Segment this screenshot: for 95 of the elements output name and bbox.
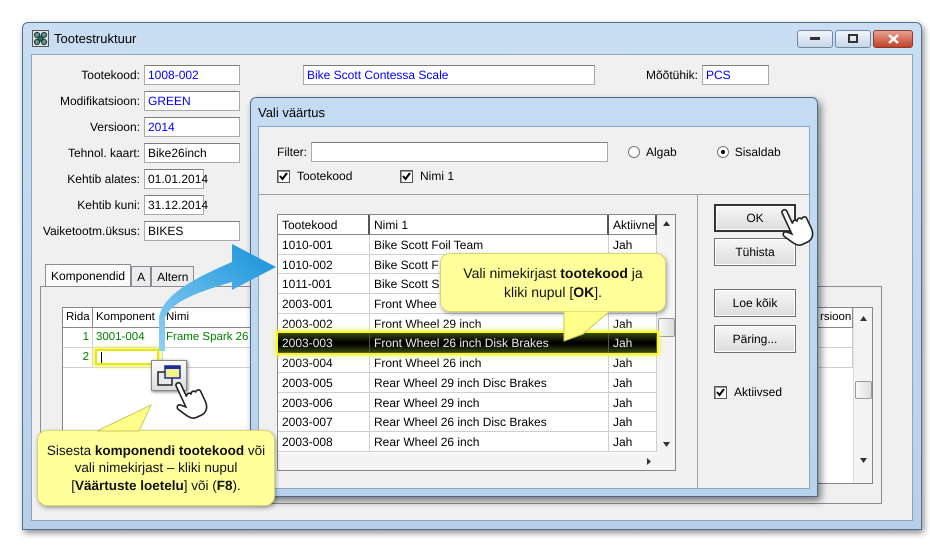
field-label: Kehtib kuni: [76,198,141,212]
maximize-button[interactable] [835,30,871,48]
tab[interactable]: Komponendid [45,264,132,286]
table-cell: Rear Wheel 26 inch [370,432,609,452]
input-field[interactable] [95,349,159,365]
dialog-title: Vali väärtus [258,104,325,120]
table-cell: 3001-004 [96,331,145,343]
dialog-button[interactable]: OK [714,204,796,232]
checkbox-label: Aktiivsed [734,385,782,399]
table-cell: 2003-004 [278,353,370,373]
table-cell: 2003-008 [278,432,370,452]
column-header[interactable]: Aktiivne [609,215,657,235]
close-icon [888,34,898,44]
filter-field[interactable] [311,142,608,162]
table-cell: Rear Wheel 29 inch [370,392,609,412]
filter-label: Filter: [277,145,308,159]
dialog-button[interactable]: Päring... [714,325,796,353]
windows-icon [157,364,181,386]
table-cell: Jah [609,432,657,452]
scroll-right-icon[interactable] [647,458,651,465]
tab[interactable]: Altern [151,266,194,286]
checkbox-label: Nimi 1 [420,169,454,183]
table-cell: 1011-001 [278,274,370,294]
window-title: Tootestruktuur [54,31,138,46]
minimize-icon [810,36,820,40]
input-field[interactable]: BIKES [144,221,240,241]
radio-label: Algab [646,145,677,159]
radio-button[interactable] [628,146,640,158]
name-field[interactable]: Bike Scott Contessa Scale [303,65,595,85]
scrollbar-thumb[interactable] [658,318,674,337]
column-header[interactable]: Tootekood [278,215,370,235]
input-field[interactable]: 1008-002 [144,65,240,85]
scrollbar-thumb[interactable] [854,380,872,398]
tooltip-pointer [95,403,155,432]
table-cell: 2003-006 [278,392,370,412]
table-cell: Jah [609,353,657,373]
app-icon [32,30,49,47]
input-field[interactable]: 2014 [144,117,240,137]
scroll-up-icon[interactable] [860,316,866,321]
table-row[interactable]: 2003-004 Front Wheel 26 inch Jah [278,353,657,373]
field-label: Mõõtühik: [644,68,698,82]
table-cell: 1 [82,331,89,343]
table-cell: 2 [82,351,89,363]
field-label: Tootekood: [80,68,141,82]
scroll-up-icon[interactable] [662,221,670,226]
column-header[interactable]: Nimi 1 [370,215,609,235]
input-field[interactable]: Bike26inch [144,143,240,163]
maximize-icon [848,34,858,43]
scroll-down-icon[interactable] [860,458,866,463]
dialog-button[interactable]: Loe kõik [714,289,796,317]
table-cell: 2003-001 [278,294,370,314]
column-header: Komponent [96,311,155,323]
radio-label: Sisaldab [734,145,781,159]
table-cell: Frame Spark 26 [166,331,248,343]
table-cell: Rear Wheel 26 inch Disc Brakes [370,412,609,432]
minimize-button[interactable] [797,30,833,48]
field-label: Vaiketootm.üksus: [42,224,141,238]
checkbox[interactable] [714,386,727,398]
text-cursor [101,352,102,362]
checkbox-label: Tootekood [297,169,352,183]
tooltip-pointer [563,311,611,342]
tab[interactable]: A [131,266,152,286]
value-list-button[interactable] [151,360,187,391]
table-cell: 1010-002 [278,254,370,274]
field-label: Versioon: [88,120,141,134]
table-cell: Front Wheel 26 inch [370,353,609,373]
column-header: Rida [66,311,90,323]
column-header: Nimi [166,311,189,323]
table-cell: Jah [609,412,657,432]
table-cell: Rear Wheel 29 inch Disc Brakes [370,372,609,392]
table-row[interactable]: 2003-005 Rear Wheel 29 inch Disc Brakes Jah [278,372,657,392]
radio-button[interactable] [716,146,729,158]
checkbox[interactable] [400,170,413,182]
table-cell: 2003-005 [278,372,370,392]
column-header: rsioon [820,311,852,323]
close-button[interactable] [873,30,913,48]
table-row[interactable]: 2003-007 Rear Wheel 26 inch Disc Brakes Jah [278,412,657,432]
field-label: Modifikatsioon: [58,94,141,108]
field-label: Tehnol. kaart: [66,146,141,160]
tooltip-text: Sisesta komponendi tootekood või vali nimekirjast – kliki nupul [Väärtuste loetelu] või (F8). [46,442,266,494]
field-label: Kehtib alates: [66,172,141,186]
input-field[interactable]: PCS [702,65,769,85]
table-cell: 2003-007 [278,412,370,432]
table-cell: 1010-001 [278,235,370,255]
input-field[interactable]: GREEN [144,91,240,111]
table-cell: Jah [609,392,657,412]
dialog-button[interactable]: Tühista [714,238,796,266]
table-cell: Jah [609,372,657,392]
table-row[interactable]: 2003-003 Front Wheel 26 inch Disk Brakes Jah [278,333,657,354]
table-row[interactable]: 2003-008 Rear Wheel 26 inch Jah [278,432,657,452]
table-cell: Jah [609,333,657,354]
checkbox[interactable] [277,170,290,182]
table-row[interactable]: 2003-006 Rear Wheel 29 inch Jah [278,392,657,412]
scroll-down-icon[interactable] [662,442,670,447]
table-cell: 2003-003 [278,333,370,354]
